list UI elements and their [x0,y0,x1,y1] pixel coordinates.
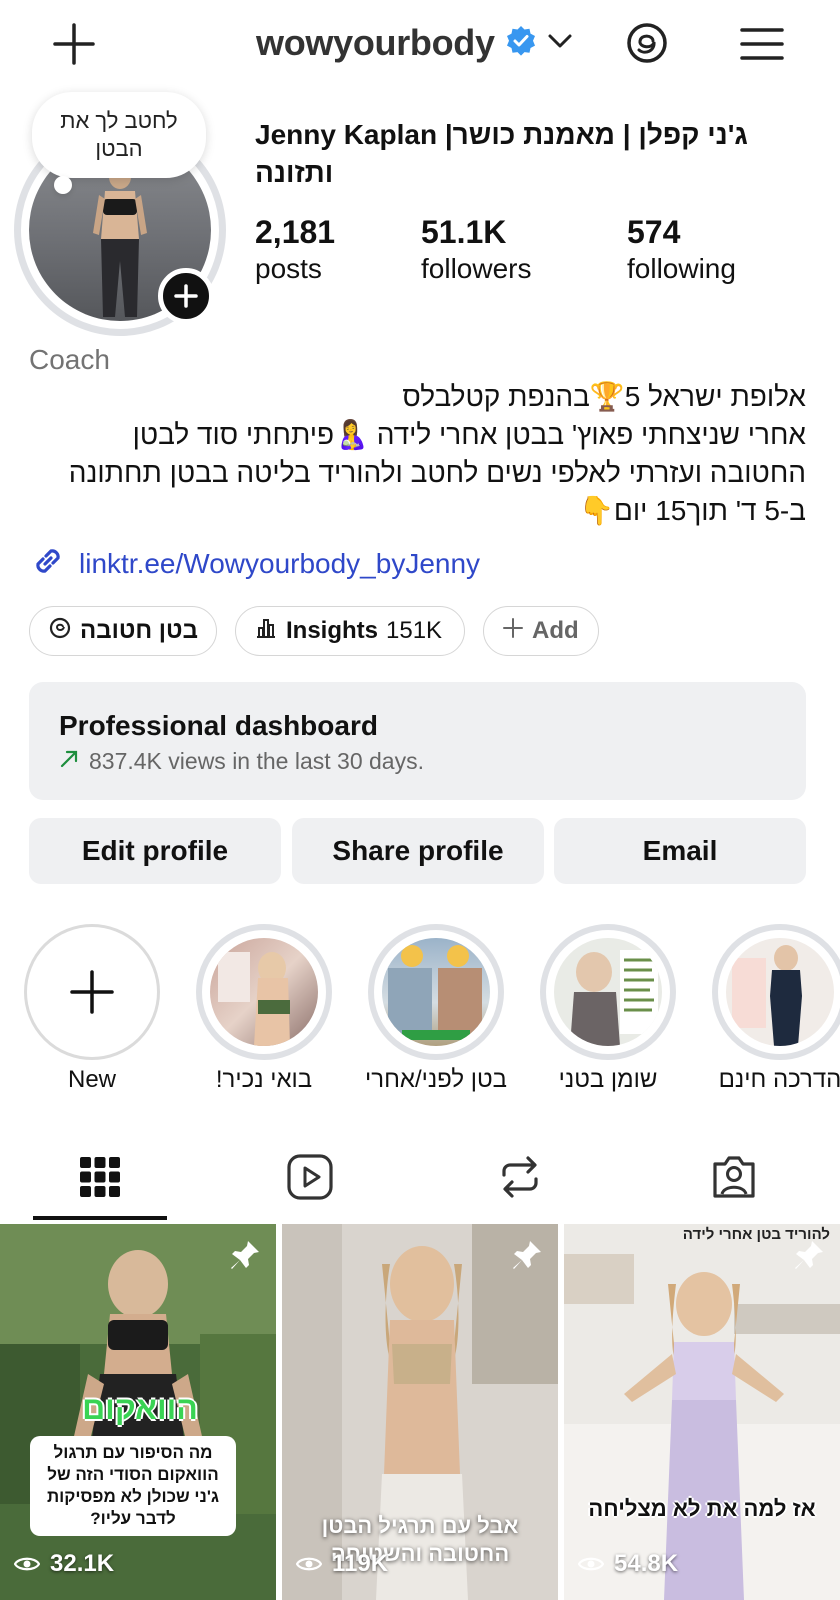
tab-posts-grid[interactable] [30,1150,170,1204]
post-views: 54.8K [578,1550,678,1578]
plus-icon [502,617,524,646]
verified-badge-icon [505,25,537,62]
username-switcher[interactable]: wowyourbody [256,18,573,68]
highlight-item[interactable]: שומן בטני [540,924,676,1093]
post-views: 119K [296,1550,388,1578]
dashboard-subtitle-row: 837.4K views in the last 30 days. [59,748,424,775]
posts-count: 2,181 [255,214,336,250]
highlight-item[interactable]: בואי נכיר! [196,924,332,1093]
post-caption: אז למה את לא מצליחה [588,1496,816,1521]
grid-post[interactable]: להוריד בטן אחרי לידה אז למה את לא מצליחה… [564,1224,840,1600]
email-button[interactable]: Email [554,818,806,884]
full-name: Jenny Kaplan |ג'ני קפלן | מאמנת כושר ותז… [255,119,748,188]
followers-stat[interactable]: 51.1K followers [421,212,531,286]
reels-icon [287,1154,333,1200]
threads-small-icon [48,616,72,647]
username: wowyourbody [256,22,495,63]
highlight-new[interactable]: New [24,924,160,1093]
tab-reposts[interactable] [450,1150,590,1204]
grid-icon [80,1157,120,1197]
threads-icon[interactable] [620,16,674,70]
threads-pill-label: בטן חטובה [80,617,198,644]
bio-line: החטובה ועזרתי לאלפי נשים לחטב ולהוריד בל… [68,457,806,488]
tab-reels[interactable] [240,1150,380,1204]
tab-tagged[interactable] [664,1150,804,1204]
eye-icon [578,1557,604,1571]
category-label: Coach [29,344,110,375]
followers-count: 51.1K [421,214,507,250]
posts-stat[interactable]: 2,181 posts [255,212,335,286]
posts-label: posts [255,253,322,284]
post-views-count: 54.8K [614,1550,679,1577]
repost-icon [502,1156,538,1198]
highlight-ring [368,924,504,1060]
eye-icon [14,1557,40,1571]
link-text: linktr.ee/Wowyourbody_byJenny [79,547,481,579]
edit-profile-button[interactable]: Edit profile [29,818,281,884]
highlight-ring [540,924,676,1060]
share-profile-button[interactable]: Share profile [292,818,544,884]
dashboard-title: Professional dashboard [59,710,378,741]
following-stat[interactable]: 574 following [627,212,736,286]
bio-link[interactable]: linktr.ee/Wowyourbody_byJenny [29,542,480,585]
note-bubble-tail [54,176,72,194]
highlight-label: הדרכה חינם [718,1066,840,1093]
add-pill[interactable]: Add [483,606,599,656]
note-text: לחטב לך את הבטן [60,108,178,161]
grid-post[interactable]: אבל עם תרגיל הבטן החטובה והשטוחה 119K [282,1224,558,1600]
highlight-ring [712,924,840,1060]
profile-note[interactable]: לחטב לך את הבטן [32,92,206,178]
grid-post[interactable]: הוואקום מה הסיפור עם תרגול הוואקום הסודי… [0,1224,276,1600]
post-caption-title: הוואקום [82,1390,198,1426]
add-label: Add [532,617,579,644]
create-plus-icon[interactable] [48,18,100,70]
insights-pill[interactable]: Insights 151K [235,606,465,656]
insights-label: Insights [286,617,379,644]
active-tab-indicator [33,1216,167,1220]
pin-icon [792,1238,826,1277]
top-bar: wowyourbody [0,0,840,88]
eye-icon [296,1557,322,1571]
highlight-cover [554,938,662,1046]
highlight-ring [24,924,160,1060]
highlight-item[interactable]: בטן לפני/אחרי [365,924,507,1093]
bar-chart-icon [254,616,278,647]
link-icon [29,542,67,585]
insights-value: 151K [386,617,443,644]
bio-line: ב-5 ד' תוך15 יום👇 [579,495,806,526]
followers-label: followers [421,253,532,284]
chevron-down-icon[interactable] [547,31,573,56]
highlight-cover [382,938,490,1046]
add-story-button[interactable] [158,268,214,324]
professional-dashboard[interactable]: Professional dashboard 837.4K views in t… [29,682,806,800]
bio-line: אחרי שניצחתי פאוץ' בבטן אחרי לידה 🤱פיתחת… [132,419,806,450]
highlight-item[interactable]: הדרכה חינם [712,924,840,1093]
tagged-person-icon [713,1156,755,1198]
post-views-count: 32.1K [50,1550,115,1577]
bio-line: אלופת ישראל 5🏆בהנפת קטלבלס [402,381,806,412]
following-count: 574 [627,214,681,250]
dashboard-subtitle: 837.4K views in the last 30 days. [89,748,424,774]
pin-icon [510,1238,544,1277]
post-caption: מה הסיפור עם תרגול הוואקום הסודי הזה של … [30,1436,236,1536]
threads-pill[interactable]: בטן חטובה [29,606,217,656]
following-label: following [627,253,736,284]
pin-icon [228,1238,262,1277]
highlight-ring [196,924,332,1060]
post-views: 32.1K [14,1550,114,1578]
plus-icon [70,970,114,1014]
post-views-count: 119K [332,1550,389,1577]
highlight-cover [210,938,318,1046]
post-thumbnail [564,1224,840,1600]
menu-icon[interactable] [736,18,788,70]
highlight-cover [726,938,834,1046]
trend-up-icon [59,748,79,775]
